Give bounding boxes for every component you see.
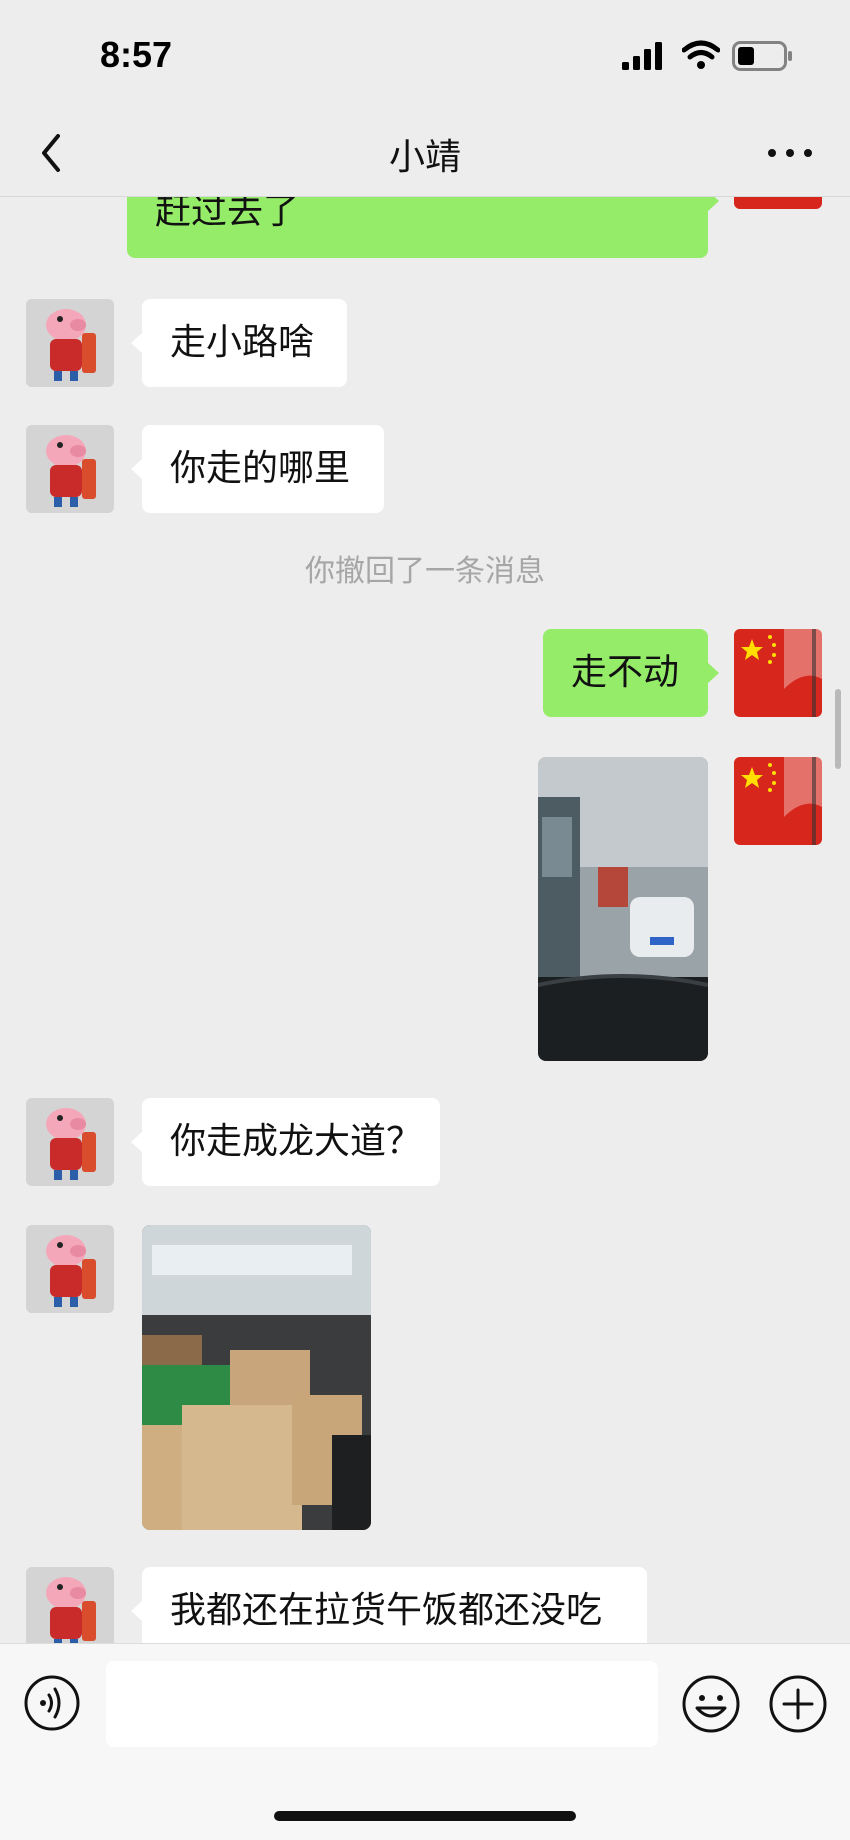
contact-avatar[interactable] — [26, 299, 114, 387]
plus-icon[interactable] — [768, 1674, 828, 1734]
system-message-recalled: 你撤回了一条消息 — [305, 554, 545, 589]
message-bubble-outgoing[interactable]: 走不动 — [543, 629, 719, 717]
pig-avatar-icon — [26, 1225, 114, 1313]
contact-avatar[interactable] — [26, 425, 114, 513]
chat-title: 小靖 — [388, 137, 461, 178]
status-time: 8:57 — [100, 34, 173, 75]
message-bubble-incoming[interactable]: 你走的哪里 — [131, 425, 384, 513]
home-indicator — [274, 1811, 576, 1821]
message-bubble-incoming[interactable]: 我都还在拉货午饭都还没吃 — [131, 1567, 647, 1643]
my-avatar[interactable] — [734, 757, 822, 845]
status-bar: 8:57 — [0, 0, 850, 110]
more-icon[interactable] — [760, 130, 820, 176]
contact-avatar[interactable] — [26, 1225, 114, 1313]
message-text: 你走的哪里 — [170, 448, 351, 489]
pig-avatar-icon — [26, 1098, 114, 1186]
battery-icon — [732, 41, 792, 71]
my-avatar[interactable] — [734, 629, 822, 717]
message-text: 走小路啥 — [170, 322, 315, 363]
pig-avatar-icon — [26, 1567, 114, 1643]
traffic-photo — [538, 757, 708, 1061]
photo-message-outgoing[interactable] — [538, 757, 708, 1061]
message-input[interactable] — [106, 1661, 658, 1747]
my-avatar[interactable] — [734, 197, 822, 209]
nav-bar: 小靖 — [0, 110, 850, 197]
flag-avatar-icon — [734, 197, 822, 209]
flag-avatar-icon — [734, 757, 822, 845]
flag-avatar-icon — [734, 629, 822, 717]
input-bar — [0, 1643, 850, 1840]
message-text: 走不动 — [571, 652, 680, 693]
cargo-photo — [142, 1225, 371, 1530]
scroll-indicator[interactable] — [835, 689, 841, 769]
cellular-signal-icon — [622, 42, 662, 70]
photo-message-incoming[interactable] — [142, 1225, 371, 1530]
chat-message-list[interactable]: 赶过去了 走小路啥 你走的哪里 你撤回了一条消息 走不动 你走成龙大道？ 我都还… — [0, 197, 850, 1643]
message-bubble-outgoing[interactable]: 赶过去了 — [127, 197, 719, 258]
message-text: 赶过去了 — [155, 197, 300, 232]
pig-avatar-icon — [26, 425, 114, 513]
message-bubble-incoming[interactable]: 你走成龙大道？ — [131, 1098, 440, 1186]
emoji-icon[interactable] — [681, 1674, 741, 1734]
contact-avatar[interactable] — [26, 1098, 114, 1186]
wifi-icon — [682, 40, 720, 69]
voice-icon[interactable] — [23, 1674, 81, 1732]
message-text: 我都还在拉货午饭都还没吃 — [170, 1590, 603, 1631]
contact-avatar[interactable] — [26, 1567, 114, 1643]
message-text: 你走成龙大道？ — [170, 1121, 423, 1162]
pig-avatar-icon — [26, 299, 114, 387]
message-bubble-incoming[interactable]: 走小路啥 — [131, 299, 347, 387]
